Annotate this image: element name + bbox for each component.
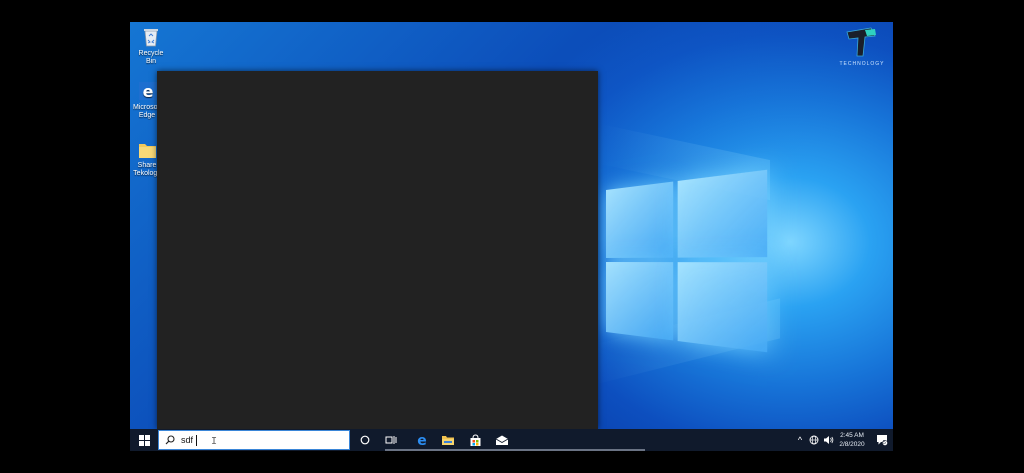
- desktop-icon-label: Recycle Bin: [138, 50, 164, 65]
- search-results-panel[interactable]: [157, 71, 598, 429]
- brand-logo-icon: [846, 27, 876, 57]
- search-input[interactable]: sdf: [181, 435, 193, 445]
- svg-text:e: e: [143, 82, 154, 101]
- mail-icon: [495, 435, 509, 445]
- taskbar-file-explorer-button[interactable]: [436, 429, 460, 451]
- video-progress-bar: [385, 449, 645, 451]
- clock-time: 2:45 AM: [840, 432, 864, 439]
- file-explorer-icon: [442, 436, 454, 445]
- windows-wallpaper-logo: [606, 169, 768, 353]
- svg-text:e: e: [417, 433, 427, 447]
- system-clock[interactable]: 2:45 AM 2/8/2020: [834, 431, 870, 449]
- notification-icon: [877, 435, 888, 446]
- desktop-icon-recycle-bin[interactable]: Recycle Bin: [133, 26, 169, 66]
- task-view-icon: [385, 436, 397, 444]
- logo-pane: [677, 169, 768, 258]
- start-button[interactable]: [130, 429, 158, 451]
- logo-pane: [606, 262, 674, 341]
- folder-icon: [139, 144, 156, 158]
- notification-count: 5: [883, 440, 886, 446]
- network-button[interactable]: [807, 429, 821, 451]
- action-center-button[interactable]: 5: [874, 429, 890, 451]
- store-icon: [470, 433, 480, 446]
- network-globe-icon: [809, 435, 819, 445]
- mouse-ibeam-cursor-icon: I: [211, 436, 218, 447]
- screen-frame: Recycle Bin e Microsoft Edge Share Tekol…: [0, 0, 1024, 473]
- windows-start-icon: [138, 434, 150, 446]
- taskbar-search-box[interactable]: sdf I: [158, 430, 350, 450]
- taskbar: sdf I e ^ 2:45 AM 2/8/2020 5: [130, 429, 893, 451]
- logo-pane: [606, 181, 674, 258]
- volume-button[interactable]: [821, 429, 835, 451]
- brand-watermark: TECHNOLOGY: [835, 26, 889, 67]
- speaker-icon: [823, 436, 833, 444]
- logo-pane: [677, 262, 768, 353]
- text-caret: [196, 435, 197, 446]
- brand-name: TECHNOLOGY: [839, 61, 885, 67]
- task-view-button[interactable]: [380, 429, 402, 451]
- edge-icon: e: [139, 82, 157, 101]
- clock-date: 2/8/2020: [839, 441, 865, 448]
- taskbar-mail-button[interactable]: [490, 429, 514, 451]
- cortana-icon: [360, 435, 370, 445]
- chevron-up-icon: ^: [797, 435, 803, 445]
- taskbar-store-button[interactable]: [463, 429, 487, 451]
- tray-chevron-button[interactable]: ^: [794, 429, 806, 451]
- recycle-bin-icon: [144, 29, 158, 47]
- cortana-button[interactable]: [354, 429, 376, 451]
- taskbar-edge-button[interactable]: e: [410, 429, 434, 451]
- edge-icon: e: [417, 433, 427, 447]
- search-icon: [165, 435, 175, 445]
